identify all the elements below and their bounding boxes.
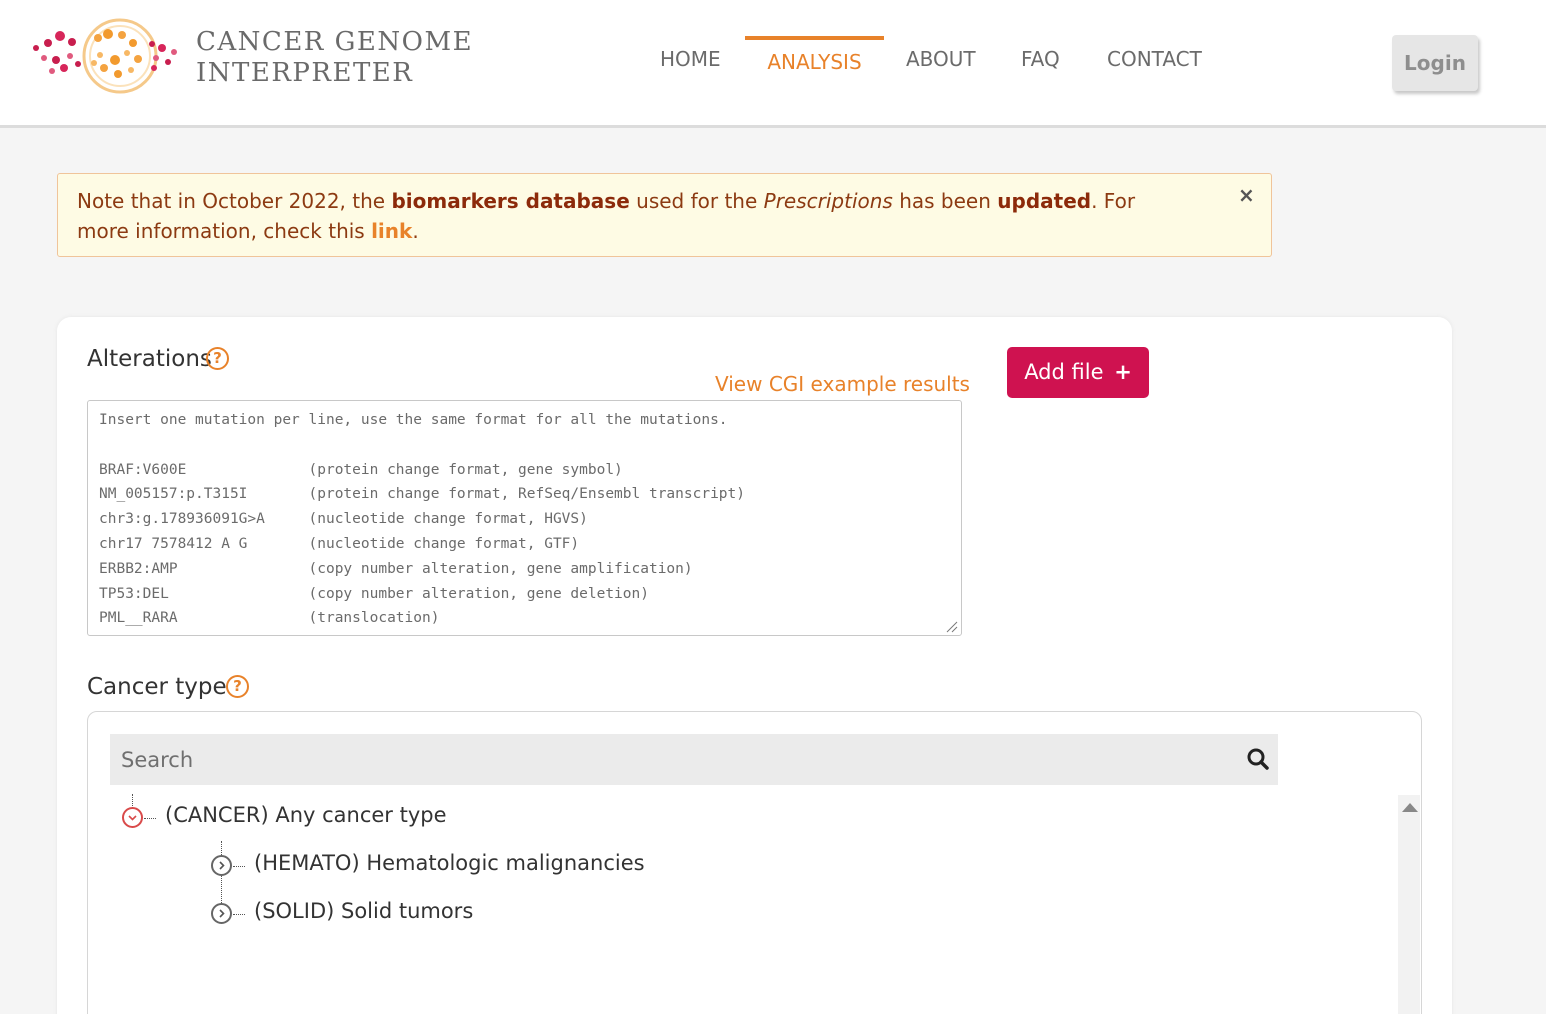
- view-example-results-link[interactable]: View CGI example results: [715, 372, 970, 396]
- alterations-help-icon[interactable]: ?: [206, 347, 229, 370]
- alert-info-link[interactable]: link: [371, 219, 412, 243]
- cancer-type-label: Cancer type: [87, 674, 227, 700]
- expand-toggle-icon[interactable]: [211, 903, 232, 924]
- nav-about[interactable]: ABOUT: [906, 36, 976, 86]
- alert-emphasis-updated: updated: [997, 189, 1092, 213]
- scroll-up-arrow-icon[interactable]: [1402, 803, 1418, 812]
- alterations-textarea[interactable]: Insert one mutation per line, use the sa…: [87, 400, 962, 636]
- tree-scrollbar[interactable]: [1398, 795, 1420, 1014]
- alert-emphasis-database: biomarkers database: [391, 189, 630, 213]
- login-button[interactable]: Login: [1392, 35, 1478, 91]
- resize-handle-icon[interactable]: [945, 620, 958, 633]
- tree-connector: [233, 914, 245, 915]
- cancer-type-search-input[interactable]: [110, 734, 1230, 785]
- logo-line-1: CANCER GENOME: [196, 27, 474, 57]
- cancer-type-help-icon[interactable]: ?: [226, 675, 249, 698]
- collapse-toggle-icon[interactable]: [122, 807, 143, 828]
- logo-line-2: INTERPRETER: [196, 58, 414, 88]
- site-header: CANCER GENOME INTERPRETER HOME ANALYSIS …: [0, 0, 1546, 128]
- add-file-button[interactable]: Add file +: [1007, 347, 1149, 398]
- plus-icon: +: [1114, 360, 1132, 384]
- tree-connector: [233, 866, 245, 867]
- tree-connector: [144, 818, 156, 819]
- search-icon[interactable]: [1246, 747, 1270, 771]
- alterations-label: Alterations: [87, 346, 212, 372]
- tree-connector: [132, 794, 133, 808]
- alert-text: has been: [892, 189, 998, 213]
- cgi-logo-icon[interactable]: [30, 16, 190, 96]
- alert-emphasis-prescriptions: Prescriptions: [763, 189, 893, 213]
- cancer-type-search-bar: [110, 734, 1278, 785]
- tree-node-solid[interactable]: (SOLID) Solid tumors: [254, 899, 473, 923]
- nav-faq[interactable]: FAQ: [1021, 36, 1060, 86]
- nav-contact[interactable]: CONTACT: [1107, 36, 1202, 86]
- tree-node-hemato[interactable]: (HEMATO) Hematologic malignancies: [254, 851, 645, 875]
- alert-text: Note that in October 2022, the: [77, 189, 392, 213]
- update-notice-alert: Note that in October 2022, the biomarker…: [57, 173, 1272, 257]
- alert-text: used for the: [629, 189, 764, 213]
- logo-text[interactable]: CANCER GENOME INTERPRETER: [196, 27, 473, 89]
- nav-home[interactable]: HOME: [660, 36, 721, 86]
- alert-text: .: [412, 219, 419, 243]
- alert-close-icon[interactable]: ×: [1238, 183, 1255, 207]
- expand-toggle-icon[interactable]: [211, 855, 232, 876]
- nav-analysis[interactable]: ANALYSIS: [745, 36, 884, 86]
- tree-node-cancer[interactable]: (CANCER) Any cancer type: [165, 803, 447, 827]
- add-file-label: Add file: [1024, 360, 1104, 384]
